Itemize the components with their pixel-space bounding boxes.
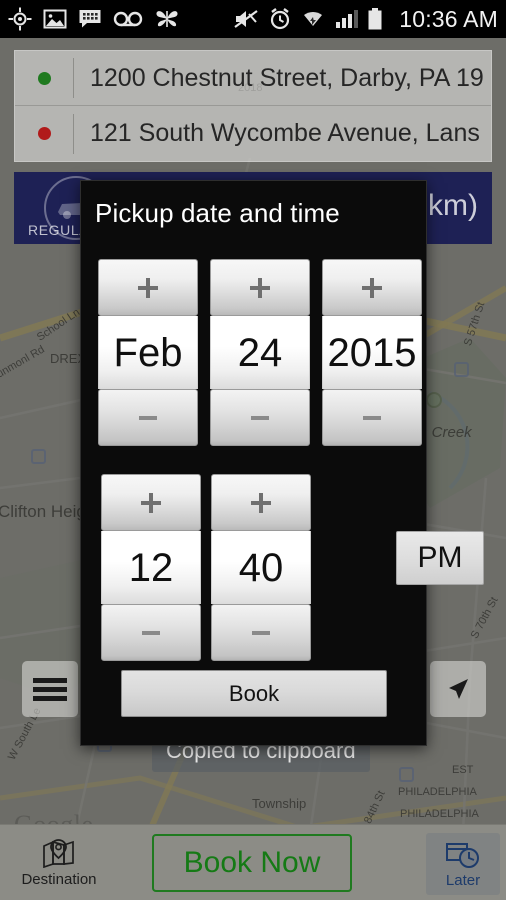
minus-icon bbox=[251, 415, 269, 420]
mute-icon bbox=[234, 10, 258, 28]
hour-spinner: 12 bbox=[101, 474, 201, 661]
status-left-icons bbox=[8, 7, 233, 31]
time-picker-row: 12 40 PM bbox=[101, 474, 484, 661]
alarm-icon bbox=[271, 8, 290, 30]
minute-increment-button[interactable] bbox=[211, 474, 311, 531]
map-pin-icon bbox=[43, 838, 74, 868]
year-spinner: 2015 bbox=[322, 259, 422, 446]
minute-decrement-button[interactable] bbox=[211, 604, 311, 661]
dialog-book-button[interactable]: Book bbox=[121, 670, 387, 717]
dropoff-address-text: 121 South Wycombe Avenue, Lans bbox=[90, 119, 480, 147]
book-now-button[interactable]: Book Now bbox=[152, 833, 352, 892]
am-pm-toggle-button[interactable]: PM bbox=[396, 531, 484, 585]
later-button[interactable]: Later bbox=[426, 833, 500, 895]
month-value[interactable]: Feb bbox=[98, 316, 198, 389]
my-location-arrow-icon bbox=[449, 679, 468, 699]
hour-value[interactable]: 12 bbox=[101, 531, 201, 604]
later-label: Later bbox=[445, 871, 481, 889]
gallery-image-icon bbox=[43, 9, 67, 29]
destination-button[interactable]: Destination bbox=[0, 825, 118, 900]
plus-icon bbox=[362, 277, 382, 298]
month-increment-button[interactable] bbox=[98, 259, 198, 316]
pickup-datetime-dialog: Pickup date and time Feb 24 2015 12 40 P… bbox=[80, 180, 484, 746]
year-value[interactable]: 2015 bbox=[322, 316, 422, 389]
year-increment-button[interactable] bbox=[322, 259, 422, 316]
destination-label: Destination bbox=[21, 870, 97, 888]
plus-icon bbox=[250, 277, 270, 298]
minute-value[interactable]: 40 bbox=[211, 531, 311, 604]
date-picker-row: Feb 24 2015 bbox=[98, 259, 422, 446]
phone-screen: School Ln DREXEL unmonl Rd Clifton Heig S 57… bbox=[0, 0, 506, 900]
address-list[interactable]: 1200 Chestnut Street, Darby, PA 19 121 S… bbox=[14, 50, 492, 162]
address-row-pickup[interactable]: 1200 Chestnut Street, Darby, PA 19 bbox=[15, 51, 491, 106]
voicemail-icon bbox=[113, 11, 143, 27]
my-location-button[interactable] bbox=[430, 661, 486, 717]
butterfly-icon bbox=[156, 11, 178, 27]
minus-icon bbox=[142, 630, 160, 635]
hour-increment-button[interactable] bbox=[101, 474, 201, 531]
plus-icon bbox=[138, 277, 158, 298]
pickup-dot-icon bbox=[37, 71, 51, 85]
calendar-clock-icon bbox=[446, 842, 479, 868]
hour-decrement-button[interactable] bbox=[101, 604, 201, 661]
minute-spinner: 40 bbox=[211, 474, 311, 661]
status-bar: 10:36 AM bbox=[0, 0, 506, 38]
day-increment-button[interactable] bbox=[210, 259, 310, 316]
wifi-icon bbox=[304, 12, 323, 26]
dropoff-dot-icon bbox=[37, 127, 51, 140]
day-decrement-button[interactable] bbox=[210, 389, 310, 446]
day-spinner: 24 bbox=[210, 259, 310, 446]
plus-icon bbox=[141, 492, 161, 513]
gps-location-icon bbox=[8, 7, 32, 31]
hamburger-menu-button[interactable] bbox=[22, 661, 78, 717]
dialog-title: Pickup date and time bbox=[95, 198, 340, 228]
hamburger-menu-icon bbox=[33, 674, 67, 705]
dropoff-marker-cell bbox=[15, 127, 73, 140]
pickup-address-text: 1200 Chestnut Street, Darby, PA 19 bbox=[90, 63, 484, 92]
pickup-marker-cell bbox=[15, 71, 73, 85]
month-decrement-button[interactable] bbox=[98, 389, 198, 446]
signal-bars-icon bbox=[336, 10, 359, 28]
battery-icon bbox=[368, 8, 382, 30]
status-right-icons: 10:36 AM bbox=[233, 6, 498, 33]
year-decrement-button[interactable] bbox=[322, 389, 422, 446]
address-row-dropoff[interactable]: 121 South Wycombe Avenue, Lans bbox=[15, 106, 491, 161]
minus-icon bbox=[139, 415, 157, 420]
minus-icon bbox=[363, 415, 381, 420]
messaging-icon bbox=[79, 10, 101, 28]
minus-icon bbox=[252, 630, 270, 635]
status-clock: 10:36 AM bbox=[399, 5, 498, 32]
plus-icon bbox=[251, 492, 271, 513]
bottom-action-bar: Destination Book Now Later bbox=[0, 824, 506, 900]
month-spinner: Feb bbox=[98, 259, 198, 446]
day-value[interactable]: 24 bbox=[210, 316, 310, 389]
